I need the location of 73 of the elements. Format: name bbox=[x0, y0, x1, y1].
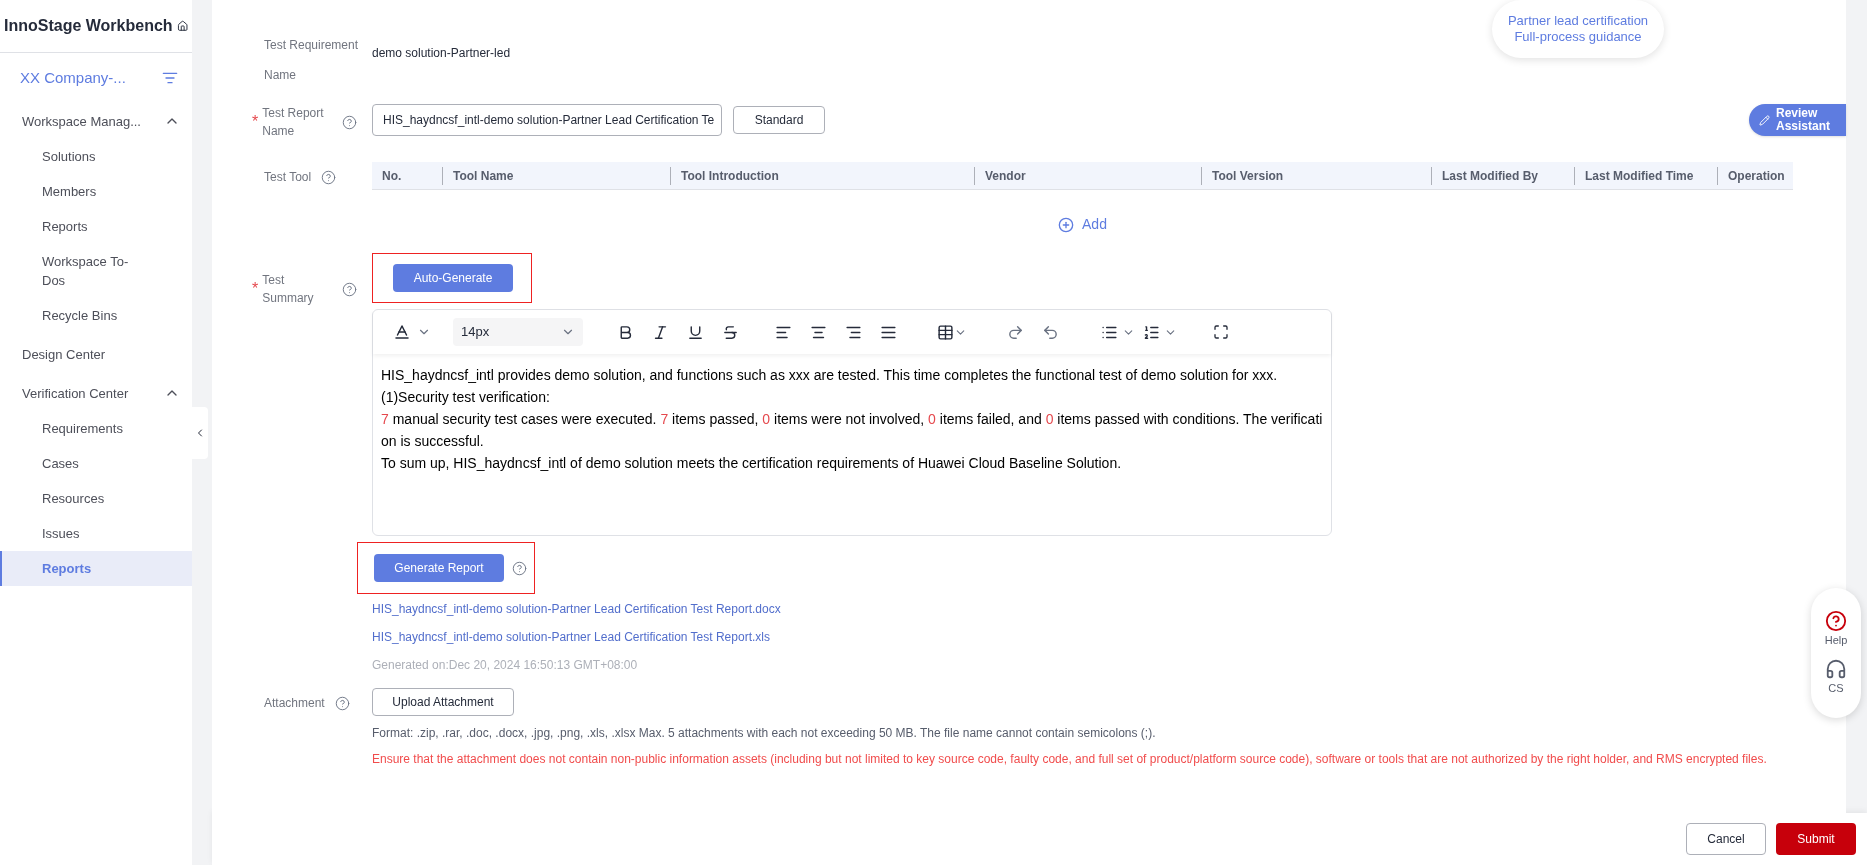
standard-button[interactable]: Standard bbox=[733, 106, 825, 134]
column-header: Tool Version bbox=[1201, 166, 1431, 185]
sidebar-item[interactable]: Issues bbox=[0, 515, 192, 551]
guidance-bubble[interactable]: Partner lead certification Full-process guidance bbox=[1492, 0, 1664, 58]
sidebar-item[interactable]: Reports bbox=[0, 208, 192, 244]
collapse-handle[interactable] bbox=[192, 406, 208, 459]
sidebar-item[interactable]: Solutions bbox=[0, 138, 192, 174]
question-icon bbox=[1825, 609, 1847, 632]
field-label: Test Tool bbox=[264, 169, 312, 186]
warning-text: Ensure that the attachment does not contain non-public information assets (including but not limited to key source code, faulty code, and full set of product/platform source code), software or tools that are not authorized by the right holder, and RMS encrypted files. bbox=[372, 751, 1767, 768]
sidebar-item[interactable]: Cases bbox=[0, 445, 192, 481]
help-icon[interactable] bbox=[334, 695, 350, 711]
review-assistant-button[interactable]: Review Assistant bbox=[1749, 104, 1846, 136]
rich-text-editor[interactable] bbox=[372, 309, 1332, 536]
generate-report-button[interactable]: Generate Report bbox=[374, 554, 504, 582]
sidebar-item[interactable]: Resources bbox=[0, 480, 192, 516]
help-icon[interactable] bbox=[342, 281, 358, 297]
sidebar-item[interactable]: Requirements bbox=[0, 410, 192, 446]
help-button[interactable]: Help bbox=[1824, 609, 1848, 648]
submit-button[interactable]: Submit bbox=[1776, 823, 1856, 855]
font-size-select[interactable]: 14px bbox=[453, 318, 583, 346]
required-mark: * bbox=[252, 279, 259, 299]
column-header: Last Modified Time bbox=[1574, 166, 1717, 185]
report-file-link[interactable]: HIS_haydncsf_intl-demo solution-Partner Lead Certification Test Report.xls bbox=[372, 628, 1332, 646]
input-field[interactable]: HIS_haydncsf_intl-demo solution-Partner Lead Certification Te bbox=[372, 104, 722, 136]
cancel-button[interactable]: Cancel bbox=[1686, 823, 1766, 855]
workspace-name[interactable]: XX Company-... bbox=[20, 67, 126, 90]
strikethrough-icon[interactable] bbox=[722, 323, 739, 341]
column-header: Vendor bbox=[974, 166, 1201, 185]
add-button[interactable]: Add bbox=[1058, 214, 1107, 235]
format-hint: Format: .zip, .rar, .doc, .docx, .jpg, .png, .xls, .xlsx Max. 5 attachments with each not exceeding 50 MB. The file name cannot contain semicolons (;). bbox=[372, 725, 1157, 742]
undo-icon[interactable] bbox=[1042, 323, 1059, 341]
field-label: Test Requirement Name bbox=[263, 37, 360, 84]
report-file-link[interactable]: HIS_haydncsf_intl-demo solution-Partner Lead Certification Test Report.docx bbox=[372, 600, 1332, 618]
field-value: demo solution-Partner-led bbox=[372, 45, 511, 62]
column-header: Tool Name bbox=[442, 166, 670, 185]
sidebar-item[interactable]: Workspace Manag... bbox=[0, 103, 192, 139]
table-icon[interactable] bbox=[937, 323, 954, 341]
app-title: InnoStage Workbench bbox=[4, 16, 173, 36]
underline-icon[interactable] bbox=[687, 323, 704, 341]
field-label: Test Summary bbox=[262, 272, 315, 307]
italic-icon[interactable] bbox=[652, 323, 669, 341]
field-label: Test Report Name bbox=[262, 105, 325, 140]
redo-icon[interactable] bbox=[1007, 323, 1024, 341]
help-icon[interactable] bbox=[321, 169, 337, 185]
help-icon[interactable] bbox=[342, 114, 358, 130]
summary-paragraph: To sum up, HIS_haydncsf_intl of demo solution meets the certification requirements of Huawei Cloud Baseline Solution. bbox=[381, 454, 1123, 473]
plus-icon bbox=[1058, 216, 1075, 233]
required-mark: * bbox=[252, 112, 259, 132]
column-header: Operation bbox=[1717, 166, 1793, 185]
headset-icon bbox=[1825, 658, 1847, 680]
text-color-icon[interactable] bbox=[393, 323, 411, 341]
auto-generate-button[interactable]: Auto-Generate bbox=[393, 264, 513, 292]
column-header: No. bbox=[381, 167, 403, 185]
generated-time: Generated on:Dec 20, 2024 16:50:13 GMT+08:00 bbox=[372, 657, 639, 674]
summary-paragraph: HIS_haydncsf_intl provides demo solution, and functions such as xxx are tested. This time completes the functional test of demo solution for xxx. bbox=[381, 366, 1279, 385]
customer-service-button[interactable]: CS bbox=[1825, 658, 1847, 697]
help-icon[interactable] bbox=[512, 560, 527, 576]
home-icon[interactable] bbox=[176, 18, 188, 34]
numbered-list-icon[interactable] bbox=[1143, 323, 1160, 341]
field-label: Attachment bbox=[264, 695, 325, 712]
summary-paragraph: (1)Security test verification: bbox=[381, 388, 551, 407]
sidebar-item[interactable]: Workspace To-Dos bbox=[0, 243, 192, 298]
pencil-icon bbox=[1759, 114, 1770, 126]
upload-attachment-button[interactable]: Upload Attachment bbox=[372, 688, 514, 716]
sidebar-item[interactable]: Verification Center bbox=[0, 375, 192, 411]
column-header: Last Modified By bbox=[1431, 166, 1574, 185]
summary-paragraph: 7 manual security test cases were executed. 7 items passed, 0 items were not involved, 0 items failed, and 0 items passed with conditions. The verification is successful. bbox=[381, 410, 1323, 451]
sidebar-item[interactable]: Design Center bbox=[0, 336, 192, 372]
fullscreen-icon[interactable] bbox=[1213, 324, 1229, 340]
column-header: Tool Introduction bbox=[670, 166, 974, 185]
sidebar-item[interactable]: Recycle Bins bbox=[0, 297, 192, 333]
sidebar-item[interactable]: Members bbox=[0, 173, 192, 209]
